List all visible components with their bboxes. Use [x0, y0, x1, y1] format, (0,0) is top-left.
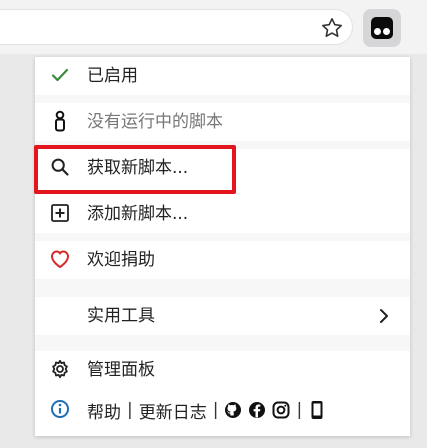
- menu-item-enabled[interactable]: 已启用: [35, 57, 410, 95]
- url-bar[interactable]: [0, 9, 353, 45]
- menu-item-donate[interactable]: 欢迎捐助: [35, 241, 410, 279]
- help-link[interactable]: 帮助: [87, 398, 121, 423]
- footer-separator: |: [127, 400, 133, 420]
- menu-item-footer-links: 帮助 | 更新日志 | |: [35, 391, 410, 429]
- gear-icon: [49, 358, 71, 380]
- menu-item-dashboard[interactable]: 管理面板: [35, 351, 410, 389]
- menu-label-utilities: 实用工具: [87, 306, 155, 326]
- instagram-icon[interactable]: [272, 401, 290, 419]
- chevron-right-icon: [376, 307, 392, 325]
- plus-box-icon: [49, 202, 71, 224]
- github-icon[interactable]: [224, 401, 242, 419]
- tampermonkey-popup-menu: 已启用 没有运行中的脚本 获取新脚本... 添加新脚本... 欢迎捐助 实用工具…: [35, 57, 410, 436]
- menu-label-get-new-scripts: 获取新脚本...: [87, 158, 189, 178]
- menu-item-get-new-scripts[interactable]: 获取新脚本...: [35, 149, 410, 187]
- info-icon: [49, 398, 71, 420]
- tampermonkey-icon: [371, 17, 393, 39]
- mobile-icon[interactable]: [308, 401, 326, 419]
- tampermonkey-figure-icon: [49, 110, 71, 132]
- menu-section-footer: 管理面板 帮助 | 更新日志 | |: [35, 351, 410, 436]
- footer-links: 帮助 | 更新日志 | |: [87, 398, 326, 423]
- browser-toolbar: [0, 0, 427, 54]
- changelog-link[interactable]: 更新日志: [139, 398, 207, 423]
- menu-label-dashboard: 管理面板: [87, 360, 155, 380]
- menu-section-donate: 欢迎捐助: [35, 241, 410, 279]
- menu-section-get-add: 获取新脚本... 添加新脚本...: [35, 149, 410, 233]
- menu-item-utilities[interactable]: 实用工具: [35, 297, 410, 335]
- menu-section-utilities: 实用工具: [35, 297, 410, 335]
- menu-label-enabled: 已启用: [87, 66, 138, 86]
- heart-icon: [49, 248, 71, 270]
- checkmark-icon: [49, 64, 71, 86]
- tampermonkey-extension-button[interactable]: [363, 9, 401, 47]
- menu-label-add-new-script: 添加新脚本...: [87, 204, 189, 224]
- facebook-icon[interactable]: [248, 401, 266, 419]
- menu-section-status: 已启用: [35, 57, 410, 95]
- bookmark-star-icon[interactable]: [317, 14, 347, 42]
- menu-item-no-scripts: 没有运行中的脚本: [35, 103, 410, 141]
- footer-separator: |: [296, 400, 303, 420]
- search-icon: [49, 156, 71, 178]
- menu-label-no-scripts: 没有运行中的脚本: [87, 112, 223, 132]
- menu-item-add-new-script[interactable]: 添加新脚本...: [35, 195, 410, 233]
- menu-section-scripts: 没有运行中的脚本: [35, 103, 410, 141]
- footer-separator: |: [212, 400, 219, 420]
- menu-label-donate: 欢迎捐助: [87, 250, 155, 270]
